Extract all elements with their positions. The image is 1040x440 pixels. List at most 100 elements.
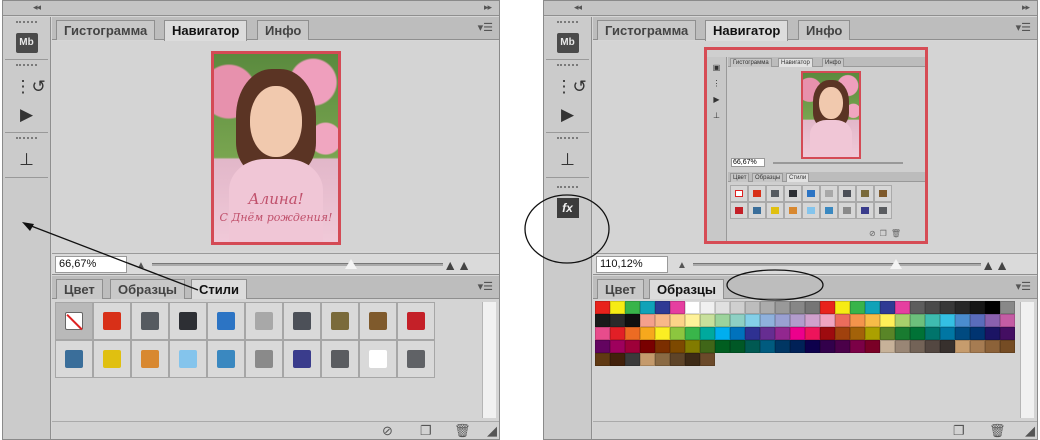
- color-swatch[interactable]: [970, 301, 985, 314]
- collapse-left-icon[interactable]: ◂◂: [574, 2, 582, 13]
- color-swatch[interactable]: [925, 314, 940, 327]
- new-style-icon[interactable]: ❐: [420, 423, 432, 439]
- delete-icon[interactable]: 🗑: [989, 423, 1006, 439]
- color-swatch[interactable]: [640, 314, 655, 327]
- color-swatch[interactable]: [820, 340, 835, 353]
- style-swatch[interactable]: [321, 302, 359, 340]
- panel-menu-icon[interactable]: ▾☰: [1016, 280, 1031, 293]
- preview-image-nested-panel[interactable]: ▣ ⋮ ▶ ⊥ Гистограмма Навигатор Инфо 66,67…: [704, 47, 928, 244]
- color-swatch[interactable]: [835, 314, 850, 327]
- style-swatch[interactable]: [55, 340, 93, 378]
- color-swatch[interactable]: [790, 314, 805, 327]
- zoom-slider-track[interactable]: [693, 263, 981, 266]
- color-swatch[interactable]: [655, 340, 670, 353]
- mini-bridge-icon[interactable]: Mb: [15, 33, 38, 53]
- color-swatch[interactable]: [865, 301, 880, 314]
- color-swatch[interactable]: [760, 314, 775, 327]
- color-swatch[interactable]: [940, 314, 955, 327]
- zoom-slider-thumb[interactable]: [345, 259, 358, 269]
- expand-right-icon[interactable]: ▸▸: [1022, 2, 1030, 13]
- scrollbar[interactable]: [482, 302, 496, 418]
- style-swatch[interactable]: [245, 302, 283, 340]
- color-swatch[interactable]: [820, 301, 835, 314]
- color-swatch[interactable]: [910, 327, 925, 340]
- zoom-in-icon[interactable]: ▲▲: [443, 257, 471, 273]
- color-swatch[interactable]: [1000, 340, 1015, 353]
- color-swatch[interactable]: [745, 340, 760, 353]
- color-swatch[interactable]: [625, 353, 640, 366]
- style-swatch[interactable]: [55, 302, 93, 340]
- color-swatch[interactable]: [985, 327, 1000, 340]
- color-swatch[interactable]: [610, 314, 625, 327]
- color-swatch[interactable]: [640, 301, 655, 314]
- dock-grip[interactable]: [557, 21, 578, 27]
- color-swatch[interactable]: [850, 340, 865, 353]
- tab-histogram[interactable]: Гистограмма: [597, 20, 697, 40]
- history-icon[interactable]: ⋮↺: [556, 76, 587, 98]
- tool-presets-icon[interactable]: ⊥: [15, 149, 39, 171]
- tab-histogram[interactable]: Гистограмма: [56, 20, 156, 40]
- color-swatch[interactable]: [895, 301, 910, 314]
- color-swatch[interactable]: [595, 353, 610, 366]
- zoom-input[interactable]: 66,67%: [55, 256, 127, 273]
- color-swatch[interactable]: [625, 327, 640, 340]
- tab-color[interactable]: Цвет: [597, 279, 644, 299]
- color-swatch[interactable]: [850, 301, 865, 314]
- color-swatch[interactable]: [895, 327, 910, 340]
- zoom-input[interactable]: 110,12%: [596, 256, 668, 273]
- color-swatch[interactable]: [1000, 327, 1015, 340]
- color-swatch[interactable]: [955, 314, 970, 327]
- color-swatch[interactable]: [670, 301, 685, 314]
- scrollbar[interactable]: [1020, 302, 1034, 418]
- color-swatch[interactable]: [925, 327, 940, 340]
- tab-styles[interactable]: Стили: [191, 279, 247, 300]
- resize-grip[interactable]: ◢: [1025, 423, 1035, 438]
- color-swatch[interactable]: [835, 327, 850, 340]
- color-swatch[interactable]: [730, 340, 745, 353]
- dock-grip[interactable]: [16, 137, 37, 143]
- color-swatch[interactable]: [805, 327, 820, 340]
- color-swatch[interactable]: [640, 340, 655, 353]
- style-swatch[interactable]: [93, 340, 131, 378]
- color-swatch[interactable]: [700, 340, 715, 353]
- color-swatch[interactable]: [625, 340, 640, 353]
- preview-image[interactable]: Алина! С Днём рождения!: [211, 51, 341, 245]
- color-swatch[interactable]: [790, 327, 805, 340]
- color-swatch[interactable]: [880, 340, 895, 353]
- color-swatch[interactable]: [775, 301, 790, 314]
- color-swatch[interactable]: [700, 314, 715, 327]
- color-swatch[interactable]: [835, 301, 850, 314]
- color-swatch[interactable]: [895, 340, 910, 353]
- color-swatch[interactable]: [715, 340, 730, 353]
- color-swatch[interactable]: [610, 327, 625, 340]
- color-swatch[interactable]: [910, 314, 925, 327]
- tab-swatches[interactable]: Образцы: [110, 279, 186, 299]
- style-swatch[interactable]: [131, 302, 169, 340]
- zoom-out-icon[interactable]: ▲: [136, 260, 146, 271]
- color-swatch[interactable]: [880, 314, 895, 327]
- styles-fx-icon[interactable]: fx: [556, 198, 579, 218]
- tab-info[interactable]: Инфо: [257, 20, 310, 40]
- color-swatch[interactable]: [655, 301, 670, 314]
- clear-style-icon[interactable]: ⊘: [382, 423, 393, 439]
- style-swatch[interactable]: [321, 340, 359, 378]
- color-swatch[interactable]: [625, 301, 640, 314]
- style-swatch[interactable]: [397, 340, 435, 378]
- color-swatch[interactable]: [775, 314, 790, 327]
- style-swatch[interactable]: [169, 340, 207, 378]
- color-swatch[interactable]: [970, 327, 985, 340]
- style-swatch[interactable]: [397, 302, 435, 340]
- color-swatch[interactable]: [760, 327, 775, 340]
- tool-presets-icon[interactable]: ⊥: [556, 149, 580, 171]
- color-swatch[interactable]: [610, 353, 625, 366]
- color-swatch[interactable]: [790, 340, 805, 353]
- color-swatch[interactable]: [655, 327, 670, 340]
- color-swatch[interactable]: [610, 301, 625, 314]
- color-swatch[interactable]: [1000, 301, 1015, 314]
- color-swatch[interactable]: [850, 327, 865, 340]
- dock-grip[interactable]: [16, 64, 37, 70]
- color-swatch[interactable]: [700, 327, 715, 340]
- color-swatch[interactable]: [805, 340, 820, 353]
- color-swatch[interactable]: [880, 327, 895, 340]
- style-swatch[interactable]: [283, 340, 321, 378]
